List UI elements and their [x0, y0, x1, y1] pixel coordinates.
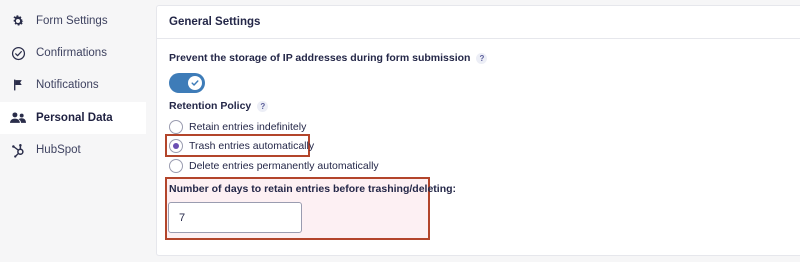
radio-button[interactable]	[169, 120, 183, 134]
sidebar-item-notifications[interactable]: Notifications	[0, 69, 146, 101]
sidebar-item-confirmations[interactable]: Confirmations	[0, 37, 146, 69]
radio-delete-permanently[interactable]: Delete entries permanently automatically	[169, 159, 379, 173]
sidebar-item-personal-data[interactable]: Personal Data	[0, 102, 146, 134]
panel-title: General Settings	[157, 6, 800, 39]
radio-dot	[173, 143, 179, 149]
ip-storage-label-text: Prevent the storage of IP addresses duri…	[169, 52, 471, 64]
radio-label: Retain entries indefinitely	[189, 121, 307, 133]
radio-trash-automatically[interactable]: Trash entries automatically	[169, 139, 314, 153]
help-icon[interactable]: ?	[476, 52, 488, 64]
users-icon	[10, 110, 26, 126]
radio-button[interactable]	[169, 139, 183, 153]
retention-policy-label-text: Retention Policy	[169, 100, 252, 112]
sidebar-item-label: Personal Data	[36, 112, 113, 124]
help-icon[interactable]: ?	[257, 100, 269, 112]
ip-storage-toggle[interactable]	[169, 73, 205, 93]
radio-button[interactable]	[169, 159, 183, 173]
days-label: Number of days to retain entries before …	[169, 183, 457, 195]
sidebar-item-hubspot[interactable]: HubSpot	[0, 134, 146, 166]
sidebar-item-label: Notifications	[36, 79, 99, 91]
radio-label: Trash entries automatically	[189, 140, 315, 152]
radio-retain-indefinitely[interactable]: Retain entries indefinitely	[169, 120, 306, 134]
sidebar-item-form-settings[interactable]: Form Settings	[0, 5, 146, 37]
sidebar: Form Settings Confirmations Notification…	[0, 0, 146, 262]
general-settings-panel: General Settings Prevent the storage of …	[156, 5, 800, 256]
sidebar-item-label: HubSpot	[36, 144, 81, 156]
retention-days-input[interactable]	[168, 202, 302, 233]
check-icon	[188, 76, 202, 90]
sidebar-item-label: Form Settings	[36, 15, 108, 27]
check-circle-icon	[10, 45, 26, 61]
hubspot-icon	[10, 142, 26, 158]
gear-icon	[10, 13, 26, 29]
flag-icon	[10, 77, 26, 93]
sidebar-item-label: Confirmations	[36, 47, 107, 59]
ip-storage-label: Prevent the storage of IP addresses duri…	[169, 52, 488, 64]
radio-label: Delete entries permanently automatically	[189, 160, 379, 172]
retention-policy-label: Retention Policy ?	[169, 100, 269, 112]
